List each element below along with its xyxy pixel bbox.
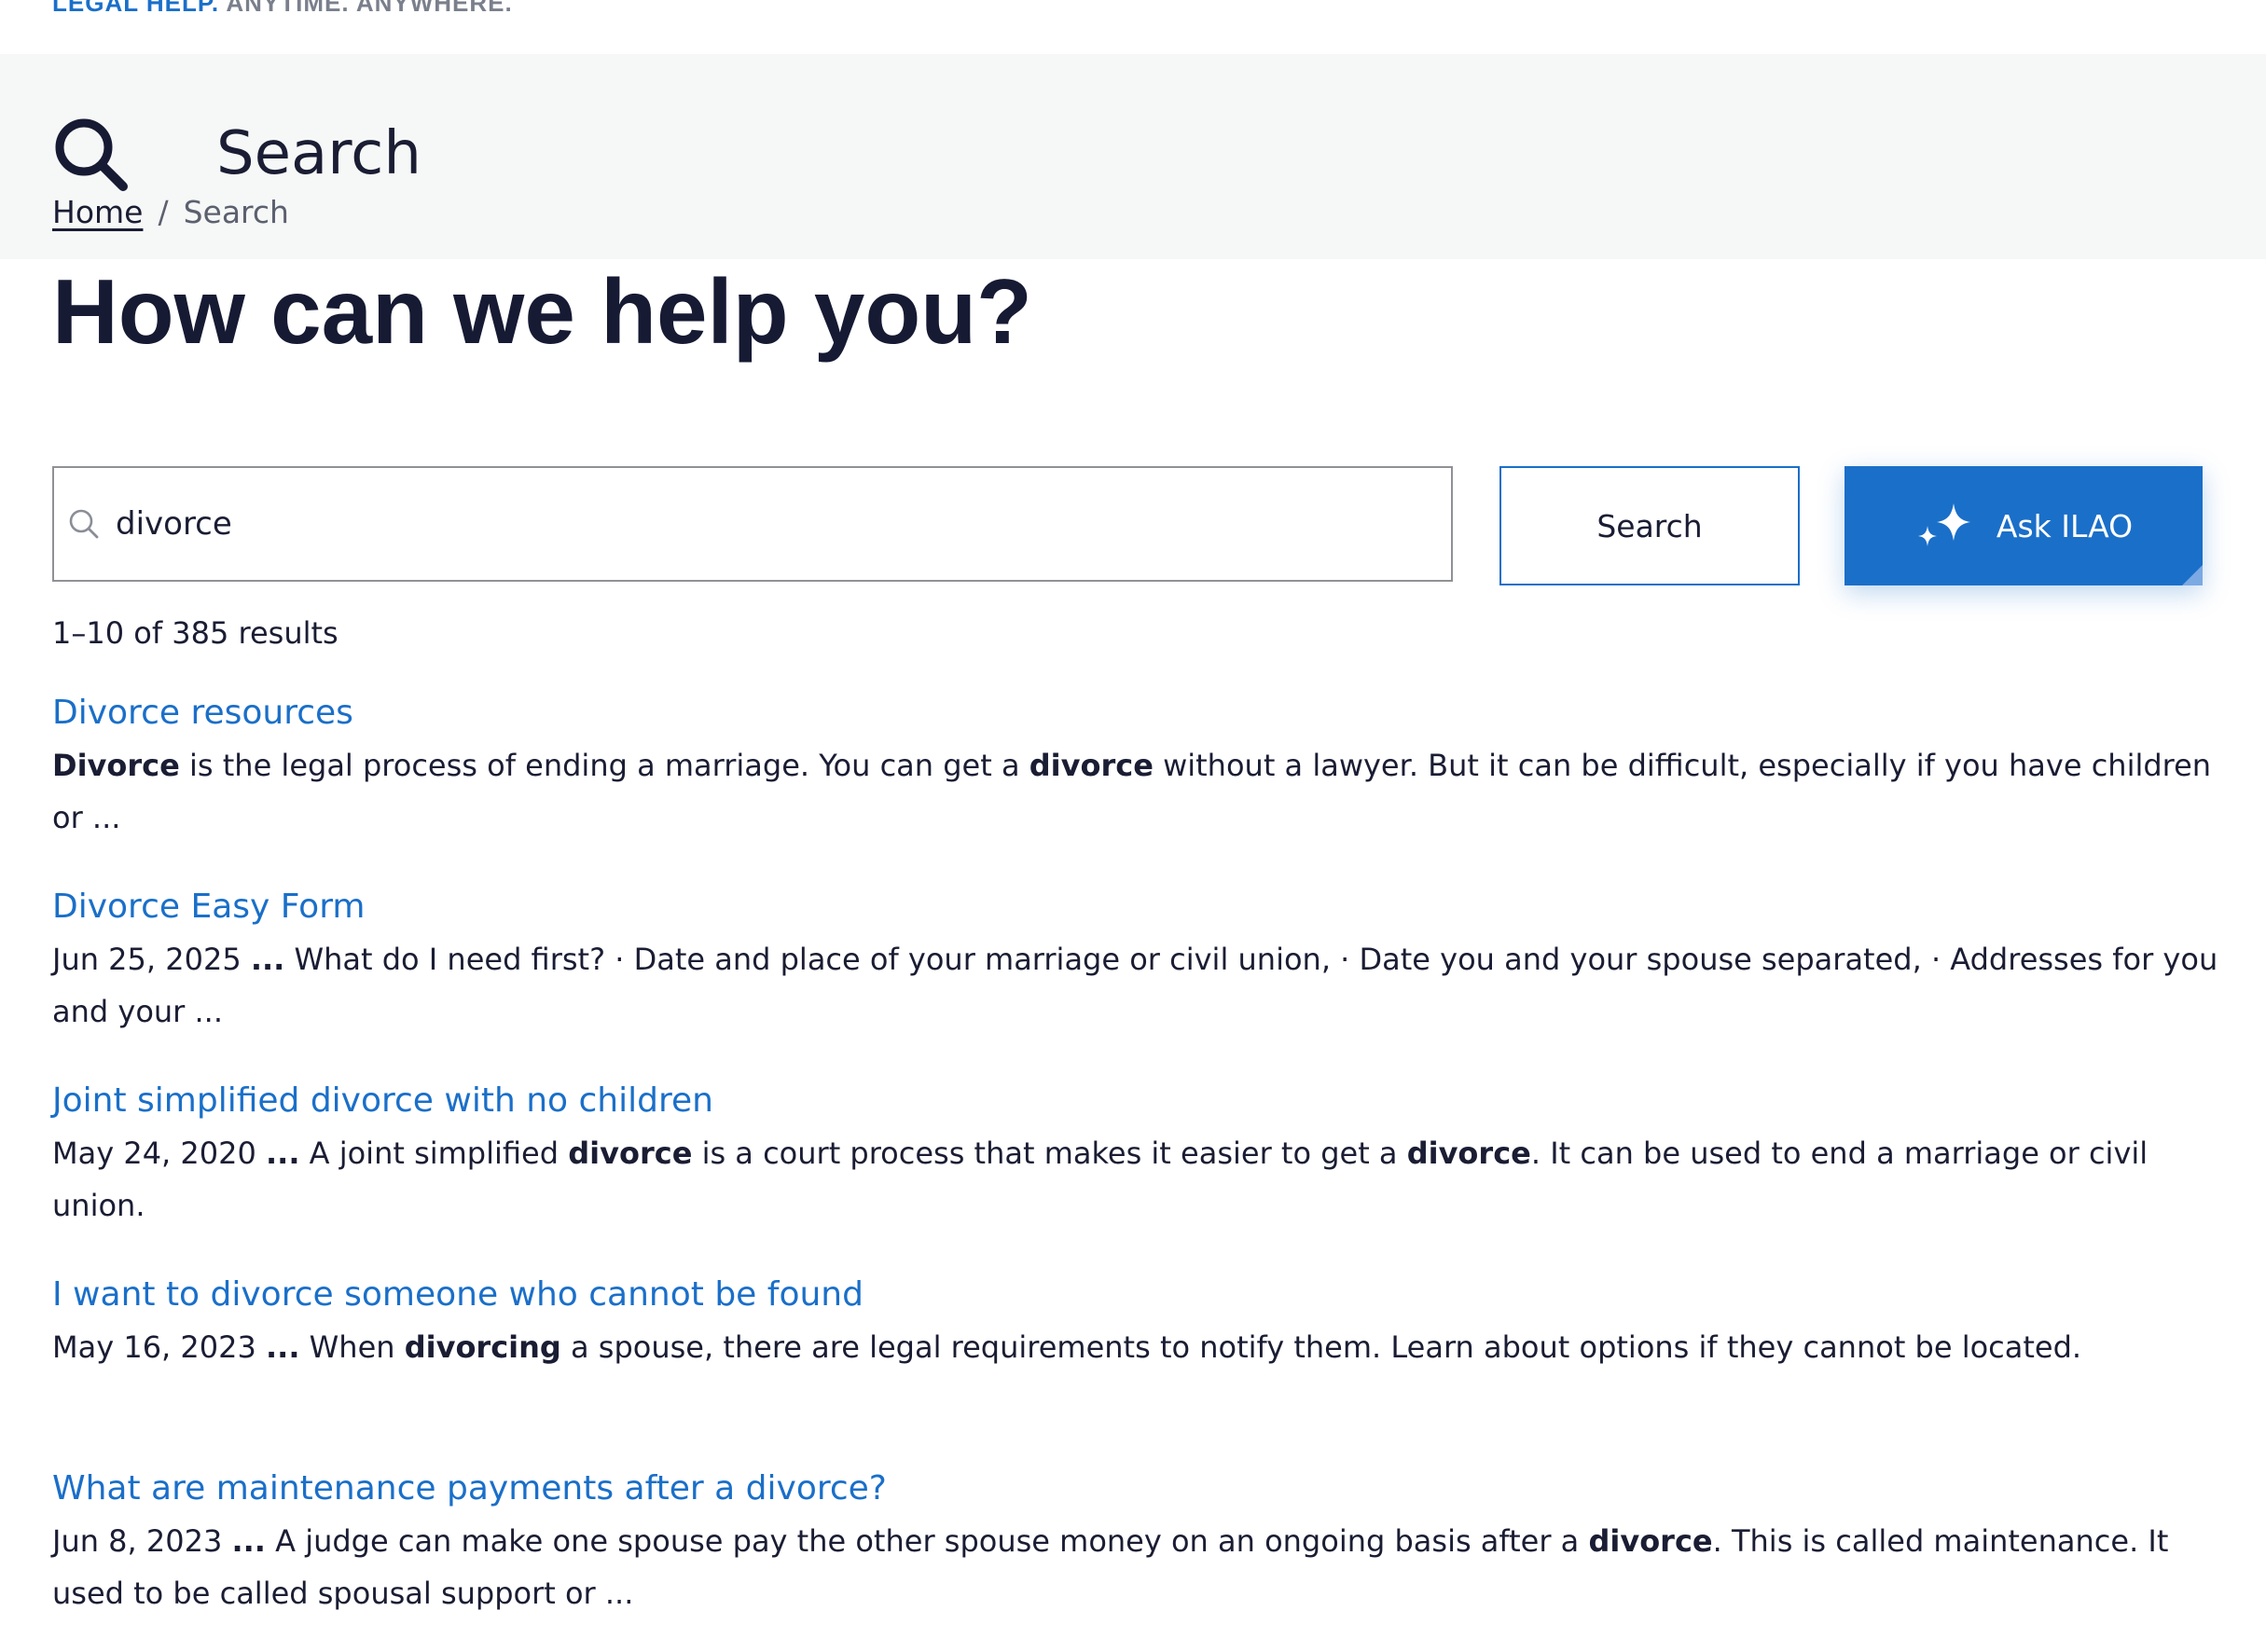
result-item: Divorce Easy Form Jun 25, 2025 ... What … (52, 888, 2225, 1038)
snippet-date: May 16, 2023 (52, 1329, 266, 1365)
snippet-highlight: Divorce (52, 748, 180, 783)
search-box (52, 466, 1453, 582)
snippet-text: A judge can make one spouse pay the othe… (265, 1523, 1589, 1559)
snippet-text: is the legal process of ending a marriag… (179, 748, 1029, 783)
snippet-highlight: divorce (568, 1136, 693, 1171)
page-title: Search (216, 119, 421, 188)
results-count: 1–10 of 385 results (52, 615, 339, 651)
result-title-link[interactable]: I want to divorce someone who cannot be … (52, 1275, 2225, 1314)
snippet-highlight: divorce (1406, 1136, 1531, 1171)
result-title-link[interactable]: What are maintenance payments after a di… (52, 1469, 2225, 1507)
result-item: What are maintenance payments after a di… (52, 1469, 2225, 1619)
result-snippet: Jun 25, 2025 ... What do I need first? ·… (52, 933, 2225, 1038)
breadcrumb-separator: / (158, 194, 169, 230)
result-snippet: Divorce is the legal process of ending a… (52, 739, 2225, 844)
search-input[interactable] (114, 504, 1423, 544)
snippet-date: Jun 8, 2023 (52, 1523, 232, 1559)
result-item: Joint simplified divorce with no childre… (52, 1081, 2225, 1232)
snippet-text: A joint simplified (299, 1136, 569, 1171)
site-tagline: LEGAL HELP. ANYTIME. ANYWHERE. (52, 0, 513, 22)
snippet-date: May 24, 2020 (52, 1136, 266, 1171)
result-title-link[interactable]: Joint simplified divorce with no childre… (52, 1081, 2225, 1120)
result-snippet: May 24, 2020 ... A joint simplified divo… (52, 1127, 2225, 1232)
result-item: Divorce resources Divorce is the legal p… (52, 694, 2225, 844)
main-heading: How can we help you? (52, 260, 1032, 363)
tagline-brand: LEGAL HELP. (52, 0, 220, 17)
search-button[interactable]: Search (1499, 466, 1800, 585)
result-item: I want to divorce someone who cannot be … (52, 1275, 2225, 1373)
snippet-ellipsis: ... (266, 1329, 300, 1365)
snippet-text: a spouse, there are legal requirements t… (560, 1329, 2082, 1365)
result-snippet: Jun 8, 2023 ... A judge can make one spo… (52, 1515, 2225, 1619)
result-snippet: May 16, 2023 ... When divorcing a spouse… (52, 1321, 2225, 1373)
search-field-icon (69, 509, 99, 539)
sparkle-icon (1917, 503, 1970, 546)
snippet-date: Jun 25, 2025 (52, 942, 251, 977)
snippet-highlight: divorcing (404, 1329, 561, 1365)
title-row: Search (52, 116, 421, 192)
breadcrumb: Home / Search (52, 194, 289, 230)
breadcrumb-home-link[interactable]: Home (52, 194, 143, 230)
result-title-link[interactable]: Divorce Easy Form (52, 888, 2225, 926)
snippet-text: When (299, 1329, 405, 1365)
ask-ilao-label: Ask ILAO (1996, 507, 2134, 544)
snippet-highlight: divorce (1029, 748, 1154, 783)
snippet-ellipsis: ... (250, 942, 285, 977)
snippet-highlight: divorce (1588, 1523, 1713, 1559)
search-icon (55, 118, 128, 191)
breadcrumb-current: Search (183, 194, 289, 230)
result-title-link[interactable]: Divorce resources (52, 694, 2225, 732)
page-header: Search (0, 54, 2266, 259)
tagline-rest: ANYTIME. ANYWHERE. (219, 0, 513, 17)
ask-ilao-button[interactable]: Ask ILAO (1845, 466, 2203, 585)
snippet-text: What do I need first? · Date and place o… (52, 942, 2218, 1029)
snippet-text: is a court process that makes it easier … (692, 1136, 1407, 1171)
snippet-ellipsis: ... (266, 1136, 300, 1171)
snippet-ellipsis: ... (231, 1523, 266, 1559)
